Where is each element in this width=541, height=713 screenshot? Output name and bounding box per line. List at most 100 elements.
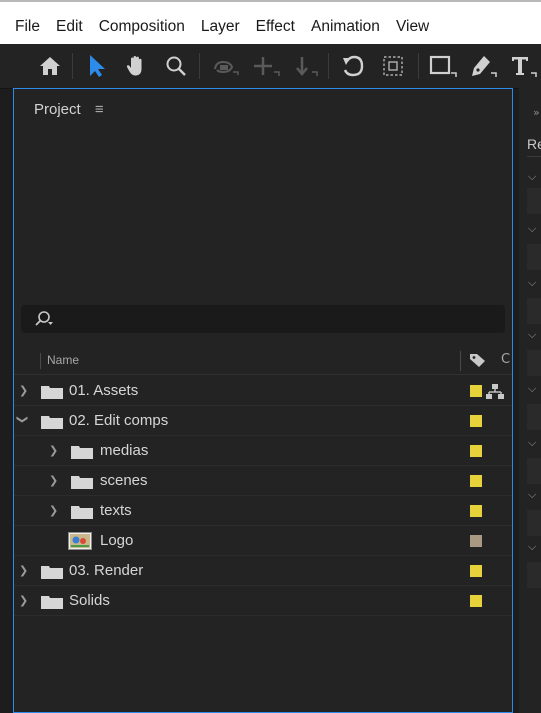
label-tag-icon[interactable]	[469, 352, 487, 372]
chevron-down-icon[interactable]: ⌵	[528, 382, 536, 396]
comment-column-header[interactable]: C	[501, 352, 510, 367]
menu-effect[interactable]: Effect	[248, 18, 303, 36]
chevron-down-icon[interactable]: ❯	[16, 415, 29, 424]
home-button[interactable]	[34, 50, 66, 82]
project-item-label: texts	[100, 502, 132, 519]
toolbar-separator	[418, 53, 419, 79]
label-color-swatch[interactable]	[470, 475, 482, 487]
folder-icon	[41, 564, 63, 583]
column-divider[interactable]	[460, 351, 461, 371]
pan-behind-button[interactable]	[250, 50, 284, 82]
timeline-row	[527, 458, 541, 484]
project-item-label: 01. Assets	[69, 382, 139, 399]
timeline-row	[527, 188, 541, 214]
dolly-button[interactable]	[290, 50, 322, 82]
home-icon	[40, 57, 60, 75]
project-search-input[interactable]	[21, 305, 505, 333]
menu-bar: File Edit Composition Layer Effect Anima…	[0, 0, 541, 44]
chevron-down-icon[interactable]: ⌵	[528, 488, 536, 502]
chevron-down-icon[interactable]: ⌵	[528, 540, 536, 554]
label-color-swatch[interactable]	[470, 445, 482, 457]
selection-tool-button[interactable]	[82, 50, 112, 82]
label-color-swatch[interactable]	[470, 535, 482, 547]
chevron-right-icon[interactable]: ❯	[19, 594, 28, 607]
chevron-right-icon[interactable]: ❯	[19, 384, 28, 397]
project-item-label: 03. Render	[69, 562, 144, 579]
project-item-label: Solids	[69, 592, 110, 609]
zoom-tool-button[interactable]	[160, 50, 192, 82]
rectangle-icon	[429, 55, 457, 77]
project-item-label: scenes	[100, 472, 148, 489]
window-top-border	[0, 0, 541, 2]
dolly-icon	[296, 57, 318, 76]
timeline-row	[527, 510, 541, 536]
search-icon	[33, 310, 55, 332]
timeline-header-divider	[527, 156, 541, 157]
label-color-swatch[interactable]	[470, 565, 482, 577]
project-panel-title: Project	[34, 101, 81, 118]
column-divider[interactable]	[40, 353, 41, 369]
type-icon	[511, 57, 537, 77]
project-item-texts[interactable]: ❯ texts	[14, 496, 512, 526]
label-color-swatch[interactable]	[470, 415, 482, 427]
chevron-right-icon[interactable]: ❯	[49, 444, 58, 457]
folder-icon	[71, 504, 93, 523]
panel-menu-icon[interactable]: ≡	[95, 101, 104, 118]
hand-tool-button[interactable]	[120, 50, 152, 82]
project-item-list: ❯ 01. Assets ❯ 02. Edit comps ❯ medias ❯…	[14, 376, 512, 616]
region-button[interactable]	[376, 50, 410, 82]
menu-animation[interactable]: Animation	[303, 18, 388, 36]
folder-icon	[71, 444, 93, 463]
name-column-header[interactable]: Name	[47, 353, 79, 367]
region-icon	[383, 56, 403, 76]
pan-behind-icon	[254, 57, 280, 76]
hand-icon	[126, 56, 142, 76]
menu-layer[interactable]: Layer	[193, 18, 248, 36]
timeline-row	[527, 350, 541, 376]
project-item-logo[interactable]: Logo	[14, 526, 512, 556]
flowchart-icon[interactable]	[486, 384, 504, 404]
menu-edit[interactable]: Edit	[48, 18, 91, 36]
project-item-render[interactable]: ❯ 03. Render	[14, 556, 512, 586]
close-tab-icon[interactable]: »	[533, 106, 540, 119]
image-file-icon	[68, 532, 92, 554]
chevron-down-icon[interactable]: ⌵	[528, 436, 536, 450]
project-item-medias[interactable]: ❯ medias	[14, 436, 512, 466]
project-item-scenes[interactable]: ❯ scenes	[14, 466, 512, 496]
folder-icon	[41, 594, 63, 613]
folder-icon	[71, 474, 93, 493]
chevron-right-icon[interactable]: ❯	[49, 474, 58, 487]
project-item-label: medias	[100, 442, 149, 459]
project-item-solids[interactable]: ❯ Solids	[14, 586, 512, 616]
type-tool-button[interactable]	[506, 50, 541, 82]
chevron-down-icon[interactable]: ⌵	[528, 276, 536, 290]
timeline-row	[527, 244, 541, 270]
label-color-swatch[interactable]	[470, 505, 482, 517]
rotation-icon	[343, 55, 364, 77]
rotation-tool-button[interactable]	[336, 50, 370, 82]
project-panel: Project ≡ Name C ❯ 01. Assets ❯ 02. Edit…	[13, 88, 513, 713]
project-item-label: Logo	[100, 532, 134, 549]
chevron-right-icon[interactable]: ❯	[19, 564, 28, 577]
rectangle-tool-button[interactable]	[426, 50, 460, 82]
orbit-camera-icon	[214, 60, 239, 75]
chevron-down-icon[interactable]: ⌵	[528, 222, 536, 236]
label-color-swatch[interactable]	[470, 595, 482, 607]
menu-view[interactable]: View	[388, 18, 437, 36]
project-item-edit-comps[interactable]: ❯ 02. Edit comps	[14, 406, 512, 436]
pen-tool-button[interactable]	[466, 50, 500, 82]
folder-icon	[41, 384, 63, 403]
project-item-assets[interactable]: ❯ 01. Assets	[14, 376, 512, 406]
chevron-right-icon[interactable]: ❯	[49, 504, 58, 517]
project-panel-tab[interactable]: Project ≡	[34, 101, 104, 118]
menu-composition[interactable]: Composition	[91, 18, 193, 36]
chevron-down-icon[interactable]: ⌵	[528, 170, 536, 184]
menu-file[interactable]: File	[0, 18, 48, 36]
timeline-row	[527, 298, 541, 324]
orbit-camera-button[interactable]	[208, 50, 244, 82]
timeline-column-label: Re	[527, 136, 541, 152]
chevron-down-icon[interactable]: ⌵	[528, 328, 536, 342]
label-color-swatch[interactable]	[470, 385, 482, 397]
tools-toolbar	[0, 44, 541, 89]
timeline-row	[527, 562, 541, 588]
